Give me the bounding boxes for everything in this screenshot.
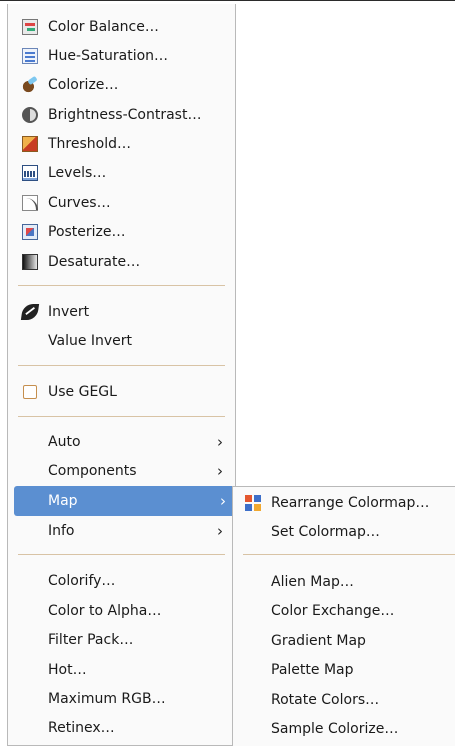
menu-item-label: Levels… — [48, 165, 107, 181]
menu-item-label: Hot… — [48, 662, 87, 678]
menu-item-color-to-alpha[interactable]: Color to Alpha… — [8, 596, 235, 626]
menu-item-brightness-contrast[interactable]: Brightness-Contrast… — [8, 100, 235, 130]
brightness-contrast-icon — [22, 107, 38, 123]
menu-item-palette-map[interactable]: Palette Map — [233, 655, 455, 685]
menu-item-curves[interactable]: Curves… — [8, 188, 235, 218]
menu-item-label: Map — [48, 493, 78, 509]
menu-item-rearrange-colormap[interactable]: Rearrange Colormap… — [233, 488, 455, 518]
menu-item-label: Color Exchange… — [271, 603, 395, 619]
menu-item-label: Components — [48, 463, 137, 479]
menu-item-alien-map[interactable]: Alien Map… — [233, 567, 455, 597]
menu-item-colorify[interactable]: Colorify… — [8, 566, 235, 596]
menu-item-color-balance[interactable]: Color Balance… — [8, 12, 235, 42]
menu-separator — [18, 416, 225, 417]
chevron-right-icon: › — [220, 492, 226, 510]
menu-item-label: Retinex… — [48, 720, 115, 736]
menu-item-label: Rearrange Colormap… — [271, 495, 430, 511]
menu-item-label: Use GEGL — [48, 384, 117, 400]
menu-item-info[interactable]: Info › — [8, 516, 235, 546]
top-border-line — [0, 0, 455, 1]
menu-item-label: Rotate Colors… — [271, 692, 380, 708]
menu-item-label: Filter Pack… — [48, 632, 134, 648]
menu-item-label: Alien Map… — [271, 574, 354, 590]
menu-item-retinex[interactable]: Retinex… — [8, 713, 235, 743]
menu-item-filter-pack[interactable]: Filter Pack… — [8, 625, 235, 655]
chevron-right-icon: › — [217, 522, 223, 540]
invert-icon — [20, 304, 40, 320]
menu-item-label: Sample Colorize… — [271, 721, 399, 737]
threshold-icon — [22, 136, 38, 152]
menu-item-maximum-rgb[interactable]: Maximum RGB… — [8, 684, 235, 714]
menu-item-label: Auto — [48, 434, 81, 450]
menu-item-label: Color Balance… — [48, 19, 159, 35]
menu-item-label: Value Invert — [48, 333, 133, 349]
menu-item-set-colormap[interactable]: Set Colormap… — [233, 517, 455, 547]
levels-icon — [22, 165, 38, 181]
menu-item-label: Hue-Saturation… — [48, 48, 169, 64]
menu-item-components[interactable]: Components › — [8, 456, 235, 486]
hue-saturation-icon — [22, 48, 38, 64]
posterize-icon — [22, 224, 38, 240]
menu-separator — [18, 365, 225, 366]
menu-item-value-invert[interactable]: Value Invert — [8, 326, 235, 356]
rearrange-colormap-icon — [245, 495, 261, 511]
menu-item-colorize[interactable]: Colorize… — [8, 70, 235, 100]
color-balance-icon — [22, 19, 38, 35]
menu-item-label: Gradient Map — [271, 633, 366, 649]
menu-item-color-exchange[interactable]: Color Exchange… — [233, 596, 455, 626]
menu-item-label: Info — [48, 523, 75, 539]
colorize-icon — [22, 77, 38, 93]
map-submenu: Rearrange Colormap… Set Colormap… Alien … — [232, 486, 455, 746]
menu-item-levels[interactable]: Levels… — [8, 158, 235, 188]
menu-item-hue-saturation[interactable]: Hue-Saturation… — [8, 41, 235, 71]
menu-item-auto[interactable]: Auto › — [8, 427, 235, 457]
menu-item-threshold[interactable]: Threshold… — [8, 129, 235, 159]
menu-item-label: Posterize… — [48, 224, 126, 240]
menu-item-label: Brightness-Contrast… — [48, 107, 202, 123]
menu-item-label: Colorize… — [48, 77, 119, 93]
menu-item-sample-colorize[interactable]: Sample Colorize… — [233, 714, 455, 744]
menu-item-invert[interactable]: Invert — [8, 297, 235, 327]
menu-item-use-gegl[interactable]: Use GEGL — [8, 377, 235, 407]
menu-item-posterize[interactable]: Posterize… — [8, 217, 235, 247]
menu-item-label: Threshold… — [48, 136, 131, 152]
desaturate-icon — [22, 254, 38, 270]
use-gegl-checkbox[interactable] — [23, 385, 37, 399]
menu-item-hot[interactable]: Hot… — [8, 655, 235, 685]
menu-item-label: Desaturate… — [48, 254, 141, 270]
menu-item-label: Palette Map — [271, 662, 354, 678]
curves-icon — [22, 195, 38, 211]
menu-item-label: Invert — [48, 304, 90, 320]
colors-menu: Color Balance… Hue-Saturation… Colorize…… — [7, 4, 238, 746]
menu-separator — [18, 285, 225, 286]
menu-item-gradient-map[interactable]: Gradient Map — [233, 626, 455, 656]
menu-item-label: Colorify… — [48, 573, 116, 589]
menu-item-rotate-colors[interactable]: Rotate Colors… — [233, 685, 455, 715]
menu-item-desaturate[interactable]: Desaturate… — [8, 247, 235, 277]
chevron-right-icon: › — [217, 433, 223, 451]
chevron-right-icon: › — [217, 462, 223, 480]
menu-separator — [243, 554, 455, 555]
menu-separator — [18, 554, 225, 555]
menu-item-label: Color to Alpha… — [48, 603, 162, 619]
menu-item-label: Set Colormap… — [271, 524, 380, 540]
menu-item-label: Curves… — [48, 195, 111, 211]
menu-item-map[interactable]: Map › — [14, 486, 238, 516]
menu-item-label: Maximum RGB… — [48, 691, 166, 707]
